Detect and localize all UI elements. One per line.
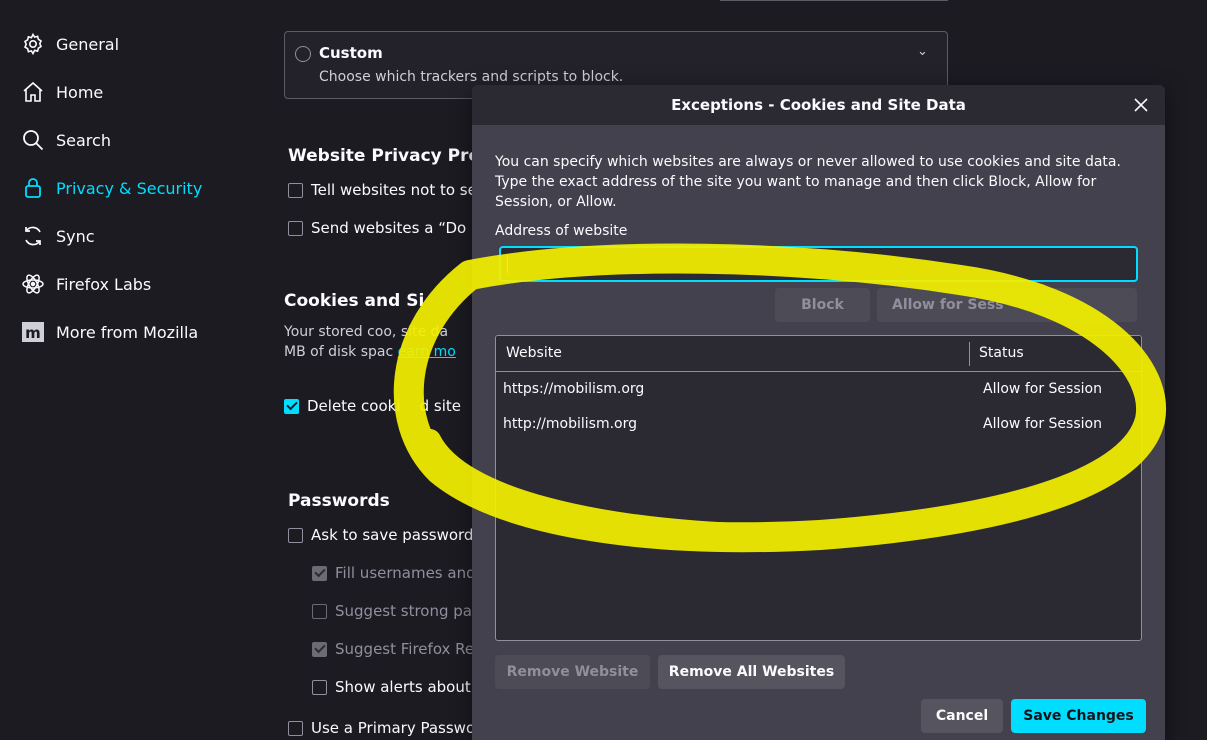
checkbox xyxy=(312,565,327,581)
dialog-header: Exceptions - Cookies and Site Data xyxy=(472,85,1165,125)
send-dnt-checkbox[interactable]: Send websites a “Do N xyxy=(288,219,482,237)
custom-description: Choose which trackers and scripts to blo… xyxy=(319,69,624,85)
checkbox[interactable] xyxy=(312,679,327,695)
column-separator[interactable] xyxy=(969,342,970,366)
sidebar-item-general[interactable]: General xyxy=(20,28,119,60)
checkbox xyxy=(312,641,327,657)
block-button[interactable]: Block xyxy=(775,288,870,322)
sidebar-item-sync[interactable]: Sync xyxy=(20,220,95,252)
checkbox[interactable] xyxy=(284,398,299,414)
checkbox-label: Ask to save passwords xyxy=(311,526,482,544)
chevron-down-icon[interactable]: ⌄ xyxy=(917,44,928,59)
close-icon[interactable] xyxy=(1129,93,1153,117)
dialog-title: Exceptions - Cookies and Site Data xyxy=(671,96,966,114)
delete-label-a: Delete cooki xyxy=(307,397,401,415)
cookies-description: Your stored coo, site da MB of disk spac… xyxy=(284,322,456,362)
delete-cookies-checkbox[interactable]: Delete cooki d site xyxy=(284,397,461,415)
divider xyxy=(720,0,948,1)
mozilla-icon: m xyxy=(20,319,46,345)
suggest-strong-checkbox: Suggest strong pas xyxy=(312,602,480,620)
sidebar-item-label: Home xyxy=(56,82,104,102)
address-label: Address of website xyxy=(495,223,628,239)
website-cell: http://mobilism.org xyxy=(503,416,637,432)
cookies-line-2: MB of disk spac xyxy=(284,344,394,360)
tell-websites-checkbox[interactable]: Tell websites not to sel xyxy=(288,181,481,199)
status-cell: Allow for Session xyxy=(983,416,1102,432)
custom-title: Custom xyxy=(319,44,383,62)
sidebar-item-firefox-labs[interactable]: Firefox Labs xyxy=(20,268,151,300)
cancel-button[interactable]: Cancel xyxy=(921,699,1003,733)
sidebar: General Home Search Privacy & Security S… xyxy=(0,0,260,740)
show-alerts-checkbox[interactable]: Show alerts about p xyxy=(312,678,485,696)
lock-icon xyxy=(20,175,46,201)
sidebar-item-label: General xyxy=(56,34,120,54)
checkbox-label: Send websites a “Do N xyxy=(311,219,483,237)
sync-icon xyxy=(20,223,46,249)
dialog-description: You can specify which websites are alway… xyxy=(495,154,1121,210)
fill-usernames-checkbox: Fill usernames and xyxy=(312,564,476,582)
column-header-website[interactable]: Website xyxy=(506,345,562,361)
checkbox[interactable] xyxy=(288,182,303,198)
sidebar-item-label: Privacy & Security xyxy=(56,178,203,198)
website-privacy-title: Website Privacy Prefe xyxy=(288,146,499,166)
table-row[interactable]: https://mobilism.org Allow for Session xyxy=(496,373,1141,407)
custom-radio[interactable] xyxy=(295,46,311,62)
ask-save-passwords-checkbox[interactable]: Ask to save passwords xyxy=(288,526,481,544)
status-cell: Allow for Session xyxy=(983,381,1102,397)
table-header: Website Status xyxy=(496,336,1141,372)
checkbox xyxy=(312,603,327,619)
allow-for-session-button[interactable]: Allow for Sess xyxy=(877,288,1137,322)
checkbox-label: Fill usernames and xyxy=(335,564,476,582)
checkbox[interactable] xyxy=(288,527,303,543)
home-icon xyxy=(20,79,46,105)
sidebar-item-privacy-security[interactable]: Privacy & Security xyxy=(20,172,202,204)
checkbox[interactable] xyxy=(288,720,303,736)
remove-all-websites-button[interactable]: Remove All Websites xyxy=(658,655,845,689)
address-input[interactable] xyxy=(499,246,1138,282)
sidebar-item-label: Search xyxy=(56,130,111,150)
delete-label-b: d site xyxy=(419,397,461,415)
checkbox[interactable] xyxy=(288,220,303,236)
checkbox-label: Use a Primary Passwor xyxy=(311,719,482,737)
checkbox-label: Suggest strong pas xyxy=(335,602,480,620)
labs-icon xyxy=(20,271,46,297)
exceptions-dialog: Exceptions - Cookies and Site Data You c… xyxy=(472,85,1165,740)
checkbox-label: Show alerts about p xyxy=(335,678,486,696)
sidebar-item-home[interactable]: Home xyxy=(20,76,103,108)
search-icon xyxy=(20,127,46,153)
sidebar-item-search[interactable]: Search xyxy=(20,124,111,156)
column-header-status[interactable]: Status xyxy=(979,345,1024,361)
website-cell: https://mobilism.org xyxy=(503,381,645,397)
save-changes-button[interactable]: Save Changes xyxy=(1011,699,1146,733)
text-caret xyxy=(507,255,508,273)
primary-password-checkbox[interactable]: Use a Primary Passwor xyxy=(288,719,481,737)
checkbox-label: Suggest Firefox Rel xyxy=(335,640,479,658)
remove-website-button[interactable]: Remove Website xyxy=(495,655,650,689)
svg-text:m: m xyxy=(25,324,41,342)
sidebar-item-more-from-mozilla[interactable]: m More from Mozilla xyxy=(20,316,198,348)
cookies-line-1: Your stored coo xyxy=(284,324,392,340)
passwords-title: Passwords xyxy=(288,491,390,511)
gear-icon xyxy=(20,31,46,57)
exceptions-table: Website Status https://mobilism.org Allo… xyxy=(495,335,1142,641)
learn-more-link[interactable]: earn mo xyxy=(398,344,456,360)
sidebar-item-label: More from Mozilla xyxy=(56,322,199,342)
sidebar-item-label: Sync xyxy=(56,226,95,246)
cookies-line-1b: , site da xyxy=(391,324,449,340)
checkbox-label: Delete cooki d site xyxy=(307,397,461,415)
suggest-relay-checkbox: Suggest Firefox Rel xyxy=(312,640,478,658)
table-row[interactable]: http://mobilism.org Allow for Session xyxy=(496,408,1141,442)
sidebar-item-label: Firefox Labs xyxy=(56,274,152,294)
checkbox-label: Tell websites not to sel xyxy=(311,181,482,199)
cookies-section-title: Cookies and Si xyxy=(284,291,425,311)
